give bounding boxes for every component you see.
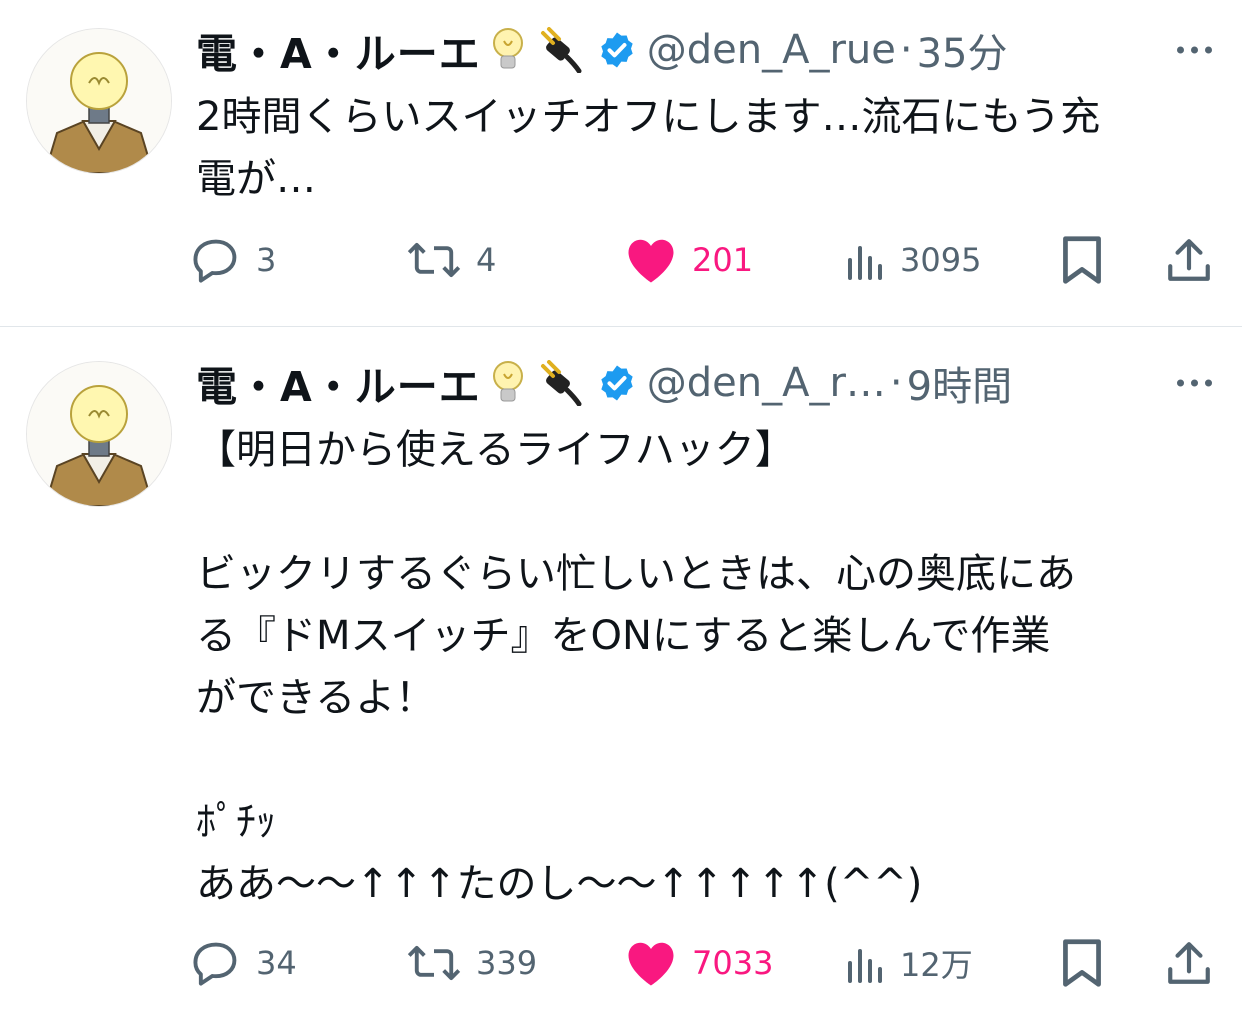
views-icon bbox=[846, 943, 886, 983]
reply-icon bbox=[190, 234, 242, 286]
views-button[interactable]: 3095 bbox=[846, 230, 981, 290]
author-name[interactable]: 電・A・ルーエ bbox=[196, 353, 481, 413]
retweet-icon bbox=[406, 234, 462, 286]
reply-icon bbox=[190, 937, 242, 989]
share-button[interactable] bbox=[1166, 230, 1212, 290]
tweet-text: 2時間くらいスイッチオフにします…流石にもう充 電が… bbox=[196, 94, 1101, 202]
tweet-text: 【明日から使えるライフハック】 ビックリするぐらい忙しいときは、心の奥底にあ る… bbox=[196, 427, 1076, 907]
bookmark-icon bbox=[1060, 937, 1104, 989]
author-name[interactable]: 電・A・ルーエ bbox=[196, 20, 481, 80]
more-icon[interactable] bbox=[1177, 46, 1212, 54]
timestamp[interactable]: 35分 bbox=[917, 21, 1008, 79]
more-icon[interactable] bbox=[1177, 379, 1212, 387]
author-handle[interactable]: @den_A_rue bbox=[647, 27, 896, 73]
bookmark-button[interactable] bbox=[1060, 230, 1104, 290]
views-button[interactable]: 12万 bbox=[846, 933, 973, 993]
electric-plug-icon bbox=[535, 360, 585, 406]
tweet[interactable]: 電・A・ルーエ @den_A_rue · 35分 2時間くらいスイッチオフにしま… bbox=[0, 0, 1242, 327]
tweet-actions: 34 339 7033 12万 bbox=[190, 933, 1222, 993]
bookmark-button[interactable] bbox=[1060, 933, 1104, 993]
like-button[interactable]: 201 bbox=[624, 230, 753, 290]
timestamp[interactable]: 9時間 bbox=[907, 354, 1012, 412]
verified-badge-icon bbox=[597, 363, 637, 403]
retweet-button[interactable]: 4 bbox=[406, 230, 496, 290]
reply-count: 34 bbox=[256, 944, 297, 982]
like-count: 201 bbox=[692, 241, 754, 279]
views-count: 3095 bbox=[900, 241, 982, 279]
retweet-count: 4 bbox=[476, 241, 497, 279]
reply-count: 3 bbox=[256, 241, 277, 279]
reply-button[interactable]: 34 bbox=[190, 933, 297, 993]
like-count: 7033 bbox=[692, 944, 774, 982]
reply-button[interactable]: 3 bbox=[190, 230, 276, 290]
tweet[interactable]: 電・A・ルーエ @den_A_r… · 9時間 【明日から使えるライフハック】 … bbox=[0, 327, 1242, 1022]
lightbulb-icon bbox=[491, 27, 525, 73]
lightbulb-icon bbox=[491, 360, 525, 406]
share-icon bbox=[1166, 938, 1212, 988]
bookmark-icon bbox=[1060, 234, 1104, 286]
share-button[interactable] bbox=[1166, 933, 1212, 993]
retweet-count: 339 bbox=[476, 944, 538, 982]
tweet-header: 電・A・ルーエ @den_A_r… · 9時間 bbox=[196, 355, 1222, 411]
views-count: 12万 bbox=[900, 946, 973, 984]
like-icon bbox=[624, 235, 678, 285]
like-button[interactable]: 7033 bbox=[624, 933, 773, 993]
avatar[interactable] bbox=[26, 28, 172, 174]
tweet-header: 電・A・ルーエ @den_A_rue · 35分 bbox=[196, 22, 1222, 78]
retweet-icon bbox=[406, 937, 462, 989]
like-icon bbox=[624, 938, 678, 988]
separator: · bbox=[889, 360, 903, 406]
tweet-actions: 3 4 201 3095 bbox=[190, 230, 1222, 290]
views-icon bbox=[846, 240, 886, 280]
verified-badge-icon bbox=[597, 30, 637, 70]
avatar[interactable] bbox=[26, 361, 172, 507]
share-icon bbox=[1166, 235, 1212, 285]
separator: · bbox=[899, 27, 913, 73]
retweet-button[interactable]: 339 bbox=[406, 933, 537, 993]
author-handle[interactable]: @den_A_r… bbox=[647, 360, 886, 406]
electric-plug-icon bbox=[535, 27, 585, 73]
